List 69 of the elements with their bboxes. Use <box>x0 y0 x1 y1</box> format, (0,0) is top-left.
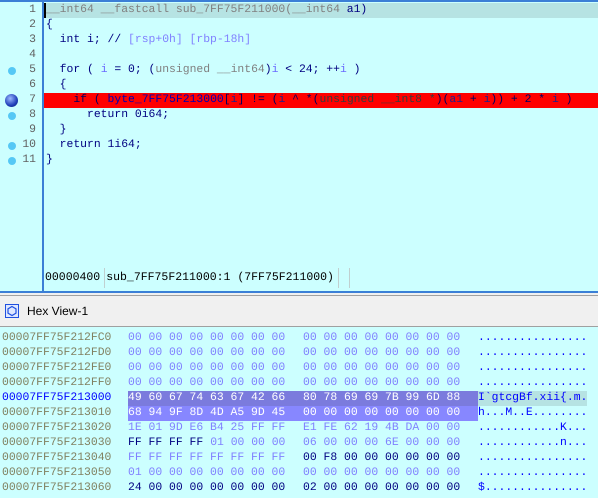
line-number: 6 <box>29 78 36 93</box>
line-number: 7 <box>29 93 36 108</box>
hex-address: 00007FF75F213010 <box>1 406 112 421</box>
hex-address: 00007FF75F213030 <box>1 436 112 451</box>
hex-bytes: 00 F8 00 00 00 00 00 00 <box>303 451 460 466</box>
ascii-text: $............... <box>478 481 588 496</box>
hex-bytes: 1E 01 9D E6 B4 25 FF FF <box>128 421 286 436</box>
ascii-text: ................ <box>478 361 588 376</box>
hex-bytes: 01 00 00 00 00 00 00 00 <box>128 466 286 481</box>
code-line: } <box>45 153 54 168</box>
code-line: for ( i = 0; (unsigned __int64)i < 24; ++i ) <box>58 63 362 78</box>
line-number: 5 <box>29 63 36 78</box>
panel-title: Hex View-1 <box>27 304 88 318</box>
ascii-text: ................ <box>478 346 588 361</box>
hex-address: 00007FF75F212FC0 <box>1 331 112 346</box>
hex-bytes: 00 00 00 00 00 00 00 00 <box>128 361 286 376</box>
breakpoint-icon[interactable] <box>5 94 18 107</box>
hex-bytes: 01 00 00 00 <box>210 436 286 451</box>
dot-icon[interactable] <box>8 142 16 150</box>
hex-address: 00007FF75F213050 <box>1 466 112 481</box>
code-line: { <box>45 18 54 33</box>
hex-bytes: 00 00 00 00 00 00 00 00 <box>303 466 460 481</box>
hex-bytes: FF FF FF FF <box>128 436 204 451</box>
line-number: 11 <box>22 153 36 168</box>
line-number: 8 <box>29 108 36 123</box>
ascii-text: ................ <box>478 331 588 346</box>
dot-icon[interactable] <box>8 67 16 75</box>
code-line: } <box>58 123 68 138</box>
hex-bytes: 00 00 00 00 00 00 00 00 <box>303 346 460 361</box>
hex-address: 00007FF75F213000 <box>1 391 112 406</box>
hexagon-icon <box>5 304 19 318</box>
ascii-text: ................ <box>478 376 588 391</box>
ascii-text: I`gtcgBf.xii{.m. <box>478 391 588 406</box>
code-line: return 1i64; <box>58 138 143 153</box>
hex-bytes: 02 00 00 00 00 00 00 00 <box>303 481 460 496</box>
line-number: 1 <box>29 3 36 18</box>
ascii-text: h...M..E........ <box>478 406 588 421</box>
line-number: 3 <box>29 33 36 48</box>
code-line: return 0i64; <box>86 108 170 123</box>
hex-bytes: 00 00 00 00 00 00 00 00 <box>303 361 460 376</box>
ascii-text: ............K... <box>478 421 588 436</box>
hex-bytes: 00 00 00 00 00 00 00 00 <box>303 376 460 391</box>
dot-icon[interactable] <box>8 112 16 120</box>
ascii-text: ............n... <box>478 436 588 451</box>
line-number: 2 <box>29 18 36 33</box>
line-number: 4 <box>29 48 36 63</box>
hex-bytes: E1 FE 62 19 4B DA 00 00 <box>303 421 460 436</box>
line-number: 10 <box>22 138 36 153</box>
hex-address: 00007FF75F212FE0 <box>1 361 112 376</box>
file-offset: 00000400 <box>44 268 106 288</box>
line-number: 9 <box>29 123 36 138</box>
hex-address: 00007FF75F212FF0 <box>1 376 112 391</box>
hex-bytes: 00 00 00 00 00 00 00 00 <box>128 346 286 361</box>
hex-bytes: 24 00 00 00 00 00 00 00 <box>128 481 286 496</box>
hex-address: 00007FF75F213060 <box>1 481 112 496</box>
hex-bytes: FF FF FF FF FF FF FF FF <box>128 451 286 466</box>
code-line: { <box>58 78 68 93</box>
hex-bytes: 00 00 00 00 00 00 00 00 <box>128 376 286 391</box>
hex-address: 00007FF75F213020 <box>1 421 112 436</box>
hex-address: 00007FF75F212FD0 <box>1 346 112 361</box>
dot-icon[interactable] <box>8 157 16 165</box>
hex-bytes: 06 00 00 00 6E 00 00 00 <box>303 436 460 451</box>
code-line: int i; // [rsp+0h] [rbp-18h] <box>58 33 252 48</box>
hex-bytes: 00 00 00 00 00 00 00 00 <box>303 331 460 346</box>
ascii-text: ................ <box>478 451 588 466</box>
ascii-text: ................ <box>478 466 588 481</box>
location-text: sub_7FF75F211000:1 (7FF75F211000) <box>105 268 339 288</box>
hex-address: 00007FF75F213040 <box>1 451 112 466</box>
hex-bytes: 00 00 00 00 00 00 00 00 <box>128 331 286 346</box>
